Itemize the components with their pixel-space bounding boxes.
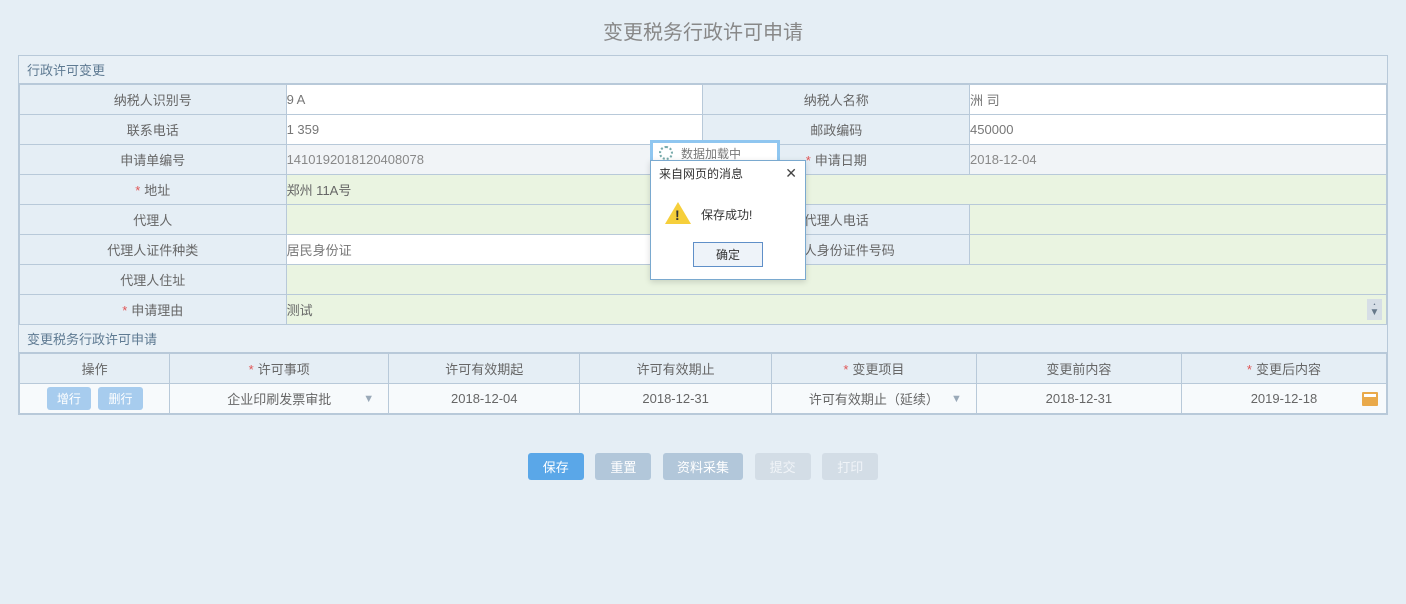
section-title-grid: 变更税务行政许可申请 bbox=[19, 325, 1387, 353]
label-reason: 申请理由 bbox=[131, 303, 183, 318]
close-icon[interactable]: ✕ bbox=[785, 165, 797, 182]
value-taxpayer-name: 洲 司 bbox=[970, 93, 1000, 108]
chevron-down-icon: ▼ bbox=[951, 393, 962, 405]
col-before: 变更前内容 bbox=[1046, 362, 1111, 377]
col-ops: 操作 bbox=[82, 362, 108, 377]
label-apply-no: 申请单编号 bbox=[120, 153, 185, 168]
permit-item-select[interactable]: 企业印刷发票审批 ▼ bbox=[170, 384, 389, 414]
change-item-select[interactable]: 许可有效期止（延续） ▼ bbox=[771, 384, 976, 414]
dialog-title: 来自网页的消息 bbox=[659, 165, 743, 182]
label-apply-date: 申请日期 bbox=[815, 153, 867, 168]
label-postcode: 邮政编码 bbox=[810, 123, 862, 138]
col-after: 变更后内容 bbox=[1256, 362, 1321, 377]
reset-button[interactable]: 重置 bbox=[595, 453, 651, 480]
page-title: 变更税务行政许可申请 bbox=[0, 0, 1406, 55]
required-mark: * bbox=[135, 183, 140, 198]
agent-addr-input[interactable] bbox=[286, 265, 1386, 295]
chevron-down-icon: ▼ bbox=[363, 393, 374, 405]
cell-before: 2018-12-31 bbox=[1046, 391, 1113, 406]
loading-text: 数据加载中 bbox=[681, 145, 741, 162]
delete-row-button[interactable]: 删行 bbox=[98, 387, 142, 410]
value-postcode: 450000 bbox=[970, 122, 1013, 137]
alert-dialog: 来自网页的消息 ✕ 保存成功! 确定 bbox=[650, 160, 806, 280]
col-valid-from: 许可有效期起 bbox=[445, 362, 523, 377]
cell-valid-to: 2018-12-31 bbox=[642, 391, 709, 406]
required-mark: * bbox=[122, 303, 127, 318]
label-phone: 联系电话 bbox=[127, 123, 179, 138]
value-phone: 1 359 bbox=[287, 122, 320, 137]
value-taxpayer-id: 9 A bbox=[287, 92, 306, 107]
address-input[interactable]: 郑州 11A号 bbox=[286, 175, 1386, 205]
submit-button: 提交 bbox=[755, 453, 811, 480]
scroll-down-icon[interactable]: ▼ bbox=[1367, 305, 1382, 320]
dialog-ok-button[interactable]: 确定 bbox=[693, 242, 763, 267]
print-button: 打印 bbox=[822, 453, 878, 480]
warning-icon bbox=[665, 202, 691, 224]
value-agent-id-type: 居民身份证 bbox=[287, 243, 352, 258]
col-valid-to: 许可有效期止 bbox=[637, 362, 715, 377]
label-taxpayer-id: 纳税人识别号 bbox=[114, 93, 192, 108]
agent-input[interactable] bbox=[286, 205, 703, 235]
col-item: 许可事项 bbox=[258, 362, 310, 377]
value-apply-no: 1410192018120408078 bbox=[287, 152, 424, 167]
add-row-button[interactable]: 增行 bbox=[47, 387, 91, 410]
action-bar: 保存 重置 资料采集 提交 打印 bbox=[0, 453, 1406, 480]
reason-textarea[interactable]: 测试 ▲ ▼ bbox=[286, 295, 1386, 325]
cell-valid-from: 2018-12-04 bbox=[451, 391, 518, 406]
agent-id-no-input[interactable] bbox=[970, 235, 1387, 265]
collect-button[interactable]: 资料采集 bbox=[663, 453, 743, 480]
spinner-icon bbox=[659, 146, 673, 160]
after-date-input[interactable]: 2019-12-18 bbox=[1181, 384, 1386, 414]
label-agent-phone: 代理人电话 bbox=[804, 213, 869, 228]
label-address: 地址 bbox=[144, 183, 170, 198]
label-agent-id-type: 代理人证件种类 bbox=[107, 243, 198, 258]
label-taxpayer-name: 纳税人名称 bbox=[804, 93, 869, 108]
agent-phone-input[interactable] bbox=[970, 205, 1387, 235]
dialog-message: 保存成功! bbox=[701, 206, 752, 223]
section-title-change: 行政许可变更 bbox=[19, 56, 1387, 84]
label-agent-addr: 代理人住址 bbox=[120, 273, 185, 288]
calendar-icon[interactable] bbox=[1362, 392, 1378, 406]
value-apply-date: 2018-12-04 bbox=[970, 152, 1037, 167]
col-change-item: 变更项目 bbox=[852, 362, 904, 377]
label-agent: 代理人 bbox=[133, 213, 172, 228]
save-button[interactable]: 保存 bbox=[528, 453, 584, 480]
required-mark: * bbox=[806, 153, 811, 168]
table-row: 增行 删行 企业印刷发票审批 ▼ 2018-12-04 2018-12-31 许… bbox=[20, 384, 1387, 414]
change-grid: 操作 *许可事项 许可有效期起 许可有效期止 *变更项目 变更前内容 *变更后内… bbox=[19, 353, 1387, 414]
